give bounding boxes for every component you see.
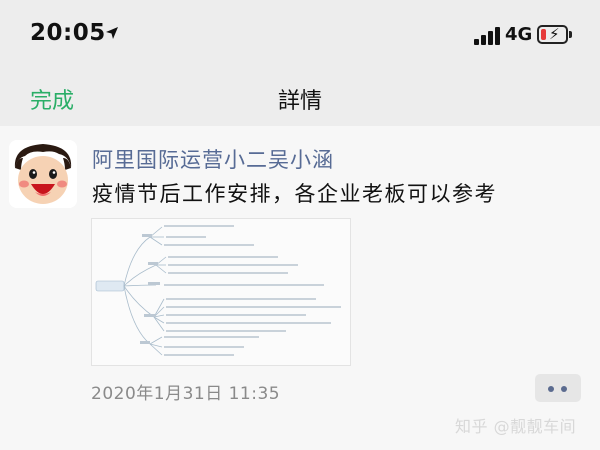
- status-time: 20:05: [30, 20, 106, 46]
- more-dots-icon: [561, 386, 567, 392]
- post-detail: 阿里国际运营小二吴小涵 疫情节后工作安排，各企业老板可以参考 2020年1月31…: [0, 126, 600, 450]
- more-dots-icon: [548, 386, 554, 392]
- watermark: 知乎 @靓靓车间: [455, 417, 577, 436]
- page-title: 詳情: [277, 89, 322, 114]
- signal-bars-icon: [474, 27, 500, 45]
- nav-bar: 完成 詳情: [0, 70, 600, 126]
- network-type: 4G: [505, 24, 533, 45]
- cartoon-face-avatar-icon: [9, 140, 77, 208]
- avatar[interactable]: [9, 140, 77, 208]
- more-options-button[interactable]: [535, 374, 581, 402]
- battery-cap: [569, 31, 572, 38]
- post-username[interactable]: 阿里国际运营小二吴小涵: [92, 144, 334, 174]
- post-text: 疫情节后工作安排，各企业老板可以参考: [92, 182, 497, 206]
- mind-map-image: [95, 225, 341, 356]
- post-image[interactable]: [91, 218, 351, 366]
- status-bar: 20:05 4G ⚡: [0, 0, 600, 70]
- post-timestamp: 2020年1月31日 11:35: [91, 384, 281, 404]
- battery-icon: ⚡: [537, 25, 568, 44]
- location-arrow-icon: [106, 27, 118, 39]
